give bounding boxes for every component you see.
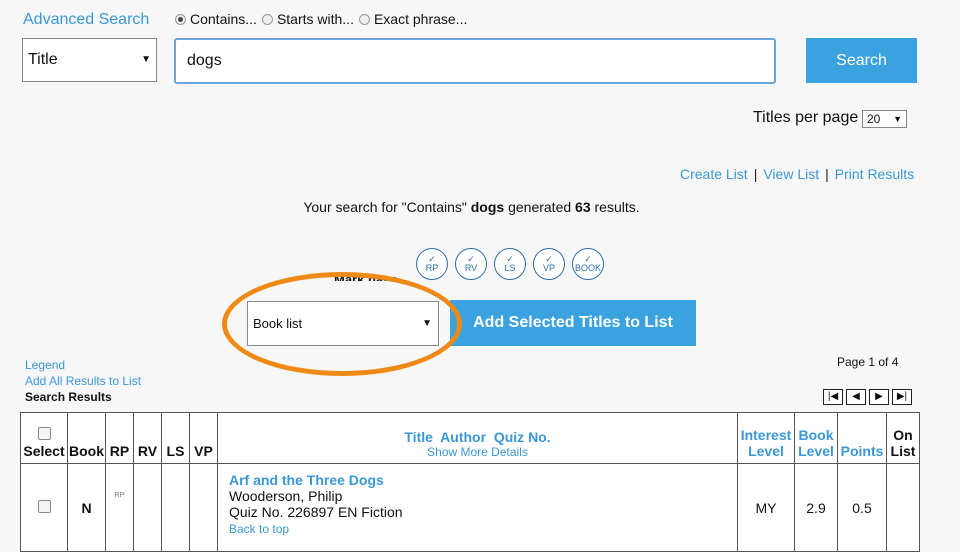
ls-cell: [161, 463, 190, 552]
rp-header: RP: [105, 412, 134, 464]
book-icon[interactable]: ✓ BOOK: [572, 248, 604, 280]
search-button[interactable]: Search: [806, 38, 917, 83]
dropdown-arrow-icon: ▼: [141, 54, 151, 65]
list-links: Create List | View List | Print Results: [680, 166, 915, 182]
book-level-header[interactable]: Book Level: [794, 412, 838, 464]
add-selected-titles-button[interactable]: Add Selected Titles to List: [450, 300, 696, 346]
select-header: Select: [20, 412, 68, 464]
sort-quiz-link[interactable]: Quiz No.: [494, 429, 551, 445]
ls-header: LS: [161, 412, 190, 464]
results-table: Select Book RP RV LS VP Title Author Qui…: [20, 412, 920, 552]
sort-author-link[interactable]: Author: [440, 429, 486, 445]
search-field-value: Title: [28, 51, 58, 68]
row-select-cell: [20, 463, 68, 552]
last-page-icon[interactable]: ▶|: [892, 389, 912, 405]
vp-icon[interactable]: ✓ VP: [533, 248, 565, 280]
on-list-header: On List: [886, 412, 920, 464]
interest-level-header[interactable]: Interest Level: [737, 412, 795, 464]
rp-cell: RP: [105, 463, 134, 552]
prev-page-icon[interactable]: ◀: [846, 389, 866, 405]
book-title-link[interactable]: Arf and the Three Dogs: [229, 472, 384, 488]
table-header-row: Select Book RP RV LS VP Title Author Qui…: [20, 412, 920, 464]
vp-cell: [189, 463, 218, 552]
first-page-icon[interactable]: |◀: [823, 389, 843, 405]
quiz-number: Quiz No. 226897 EN Fiction: [229, 504, 403, 520]
mark-have-label: Mark have: [334, 272, 398, 287]
titles-per-page-label: Titles per page: [753, 109, 859, 126]
book-author: Wooderson, Philip: [229, 488, 343, 504]
radio-button[interactable]: [358, 13, 370, 25]
radio-exact-phrase[interactable]: Exact phrase...: [358, 11, 467, 27]
radio-button[interactable]: [175, 13, 186, 25]
next-page-icon[interactable]: ▶: [869, 389, 889, 405]
book-cell: N: [67, 463, 106, 552]
search-query-value: dogs: [187, 52, 222, 69]
points-header[interactable]: Points: [837, 412, 887, 464]
interest-level-cell: MY: [737, 463, 795, 552]
page-title: Advanced Search: [23, 11, 150, 28]
book-list-select[interactable]: Book list ▼: [247, 301, 439, 346]
view-list-link[interactable]: View List: [763, 166, 819, 182]
rv-cell: [133, 463, 162, 552]
search-results-label: Search Results: [25, 390, 112, 404]
on-list-cell: [886, 463, 920, 552]
select-all-checkbox[interactable]: [37, 427, 51, 440]
points-cell: 0.5: [837, 463, 887, 552]
title-header: Title Author Quiz No. Show More Details: [217, 412, 738, 464]
search-summary: Your search for "Contains" dogs generate…: [303, 199, 640, 215]
book-header: Book: [67, 412, 106, 464]
add-all-results-link[interactable]: Add All Results to List: [25, 374, 141, 388]
page-indicator: Page 1 of 4: [837, 355, 899, 369]
search-mode-group: Contains... Starts with... Exact phrase.…: [175, 11, 472, 27]
rv-header: RV: [133, 412, 162, 464]
mark-have-icons: ✓ RP ✓ RV ✓ LS ✓ VP ✓ BOOK: [416, 248, 611, 280]
ls-icon[interactable]: ✓ LS: [494, 248, 526, 280]
book-level-cell: 2.9: [794, 463, 838, 552]
table-row: N RP Arf and the Three Dogs Wooderson, P…: [20, 463, 920, 552]
dropdown-arrow-icon: ▼: [422, 318, 432, 329]
search-field-select[interactable]: Title ▼: [22, 38, 157, 82]
rp-icon[interactable]: ✓ RP: [416, 248, 448, 280]
show-more-details-link[interactable]: Show More Details: [218, 445, 737, 459]
create-list-link[interactable]: Create List: [680, 166, 748, 182]
search-input[interactable]: dogs: [174, 38, 776, 84]
radio-button[interactable]: [261, 13, 273, 25]
radio-contains[interactable]: Contains...: [175, 11, 257, 27]
print-results-link[interactable]: Print Results: [835, 166, 914, 182]
dropdown-arrow-icon: ▼: [893, 114, 902, 124]
sort-title-link[interactable]: Title: [404, 429, 433, 445]
vp-header: VP: [189, 412, 218, 464]
legend-link[interactable]: Legend: [25, 358, 65, 372]
title-cell: Arf and the Three Dogs Wooderson, Philip…: [217, 463, 738, 552]
rv-icon[interactable]: ✓ RV: [455, 248, 487, 280]
row-checkbox[interactable]: [37, 499, 51, 513]
back-to-top-link[interactable]: Back to top: [229, 522, 289, 536]
titles-per-page-select[interactable]: 20 ▼: [862, 110, 907, 128]
pagination-controls: |◀ ◀ ▶ ▶|: [823, 389, 915, 405]
radio-starts-with[interactable]: Starts with...: [261, 11, 354, 27]
